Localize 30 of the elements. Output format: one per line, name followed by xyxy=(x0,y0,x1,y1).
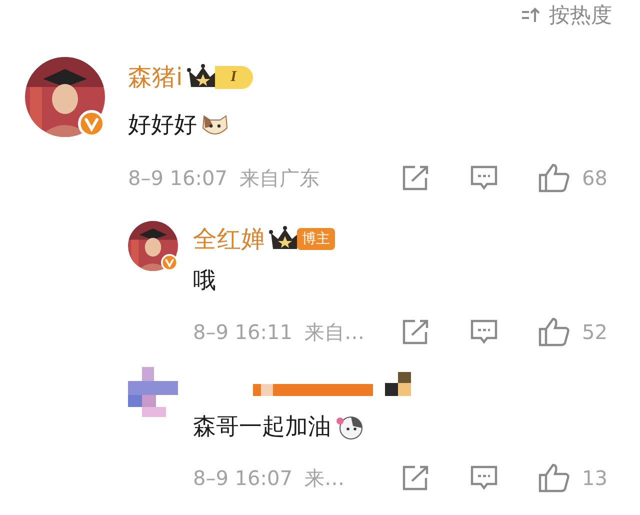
like-icon[interactable] xyxy=(538,163,570,193)
comment-location: 来自… xyxy=(304,319,364,346)
user-name[interactable]: 森猪i xyxy=(128,65,183,89)
like-count: 68 xyxy=(582,165,608,192)
comment-icon[interactable] xyxy=(470,165,498,191)
comment-time: 8–9 16:11 xyxy=(193,319,292,346)
comment-text: 哦 xyxy=(193,270,216,292)
comment-icon[interactable] xyxy=(470,465,498,491)
comment-text: 好好好 xyxy=(128,114,197,136)
verified-icon xyxy=(161,254,178,271)
level-badge: I xyxy=(214,66,253,88)
comment-time: 8–9 16:07 xyxy=(193,465,292,492)
share-icon[interactable] xyxy=(402,319,430,345)
share-icon[interactable] xyxy=(402,465,430,491)
share-icon[interactable] xyxy=(402,165,430,191)
comment-location: 来… xyxy=(304,465,344,492)
like-icon[interactable] xyxy=(538,317,570,347)
comment-text: 森哥一起加油 xyxy=(193,416,331,438)
sort-icon[interactable] xyxy=(521,6,541,22)
verified-icon xyxy=(78,110,105,137)
cat-emoji-icon xyxy=(335,414,365,440)
like-count: 13 xyxy=(582,465,608,492)
like-count: 52 xyxy=(582,319,608,346)
comment-icon[interactable] xyxy=(470,319,498,345)
sort-label[interactable]: 按热度 xyxy=(549,4,612,26)
user-name[interactable]: 全红婵 xyxy=(193,227,265,251)
comment-location: 来自广东 xyxy=(239,165,320,192)
comment-time: 8–9 16:07 xyxy=(128,165,228,192)
blogger-tag: 博主 xyxy=(297,228,335,250)
like-icon[interactable] xyxy=(538,463,570,493)
